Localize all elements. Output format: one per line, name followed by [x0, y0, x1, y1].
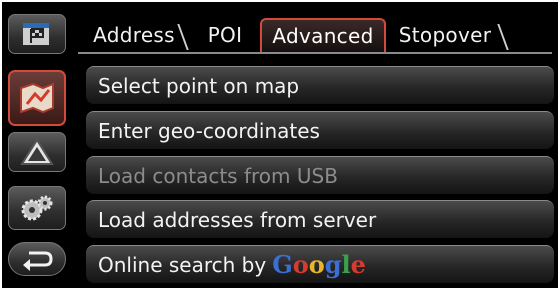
tab-poi-label: POI: [207, 23, 243, 47]
google-logo-letter: o: [308, 250, 325, 279]
traffic-menu-button[interactable]: [8, 132, 66, 172]
menu-item-label: Load contacts from USB: [98, 163, 338, 188]
menu-item-label: Load addresses from server: [98, 207, 377, 232]
load-contacts-from-usb-item: Load contacts from USB: [86, 156, 554, 194]
tab-advanced[interactable]: Advanced: [260, 18, 386, 52]
tab-stopover[interactable]: Stopover: [390, 18, 500, 52]
tab-poi[interactable]: POI: [192, 18, 258, 52]
menu-item-label: Online search by: [98, 252, 267, 277]
online-search-item[interactable]: Online search by Google: [86, 245, 554, 283]
google-logo-letter: l: [341, 250, 351, 279]
google-logo-letter: o: [292, 250, 309, 279]
navigation-screen: Address POI Advanced Stopover Select poi…: [2, 2, 558, 288]
settings-menu-button[interactable]: [8, 186, 66, 230]
warning-triangle-icon: [19, 137, 55, 167]
enter-geo-coordinates-item[interactable]: Enter geo-coordinates: [86, 111, 554, 149]
route-map-icon: [17, 80, 57, 116]
google-logo-letter: e: [350, 250, 366, 279]
google-logo-letter: G: [272, 250, 293, 279]
back-button[interactable]: [8, 242, 66, 276]
tab-stopover-label: Stopover: [398, 23, 492, 47]
back-arrow-icon: [19, 247, 55, 271]
tab-address-label: Address: [93, 23, 175, 47]
select-point-on-map-item[interactable]: Select point on map: [86, 66, 554, 104]
menu-item-label: Select point on map: [98, 73, 300, 98]
tab-underline: [78, 52, 552, 54]
destination-menu-button[interactable]: [8, 14, 66, 54]
google-logo: Google: [272, 250, 366, 279]
route-menu-button[interactable]: [8, 70, 66, 126]
tab-advanced-label: Advanced: [272, 24, 374, 48]
menu-item-label: Enter geo-coordinates: [98, 118, 320, 143]
destination-flag-icon: [17, 19, 57, 49]
google-logo-letter: g: [324, 250, 342, 279]
tab-address[interactable]: Address: [88, 18, 180, 52]
settings-gears-icon: [19, 193, 55, 223]
load-addresses-from-server-item[interactable]: Load addresses from server: [86, 200, 554, 238]
